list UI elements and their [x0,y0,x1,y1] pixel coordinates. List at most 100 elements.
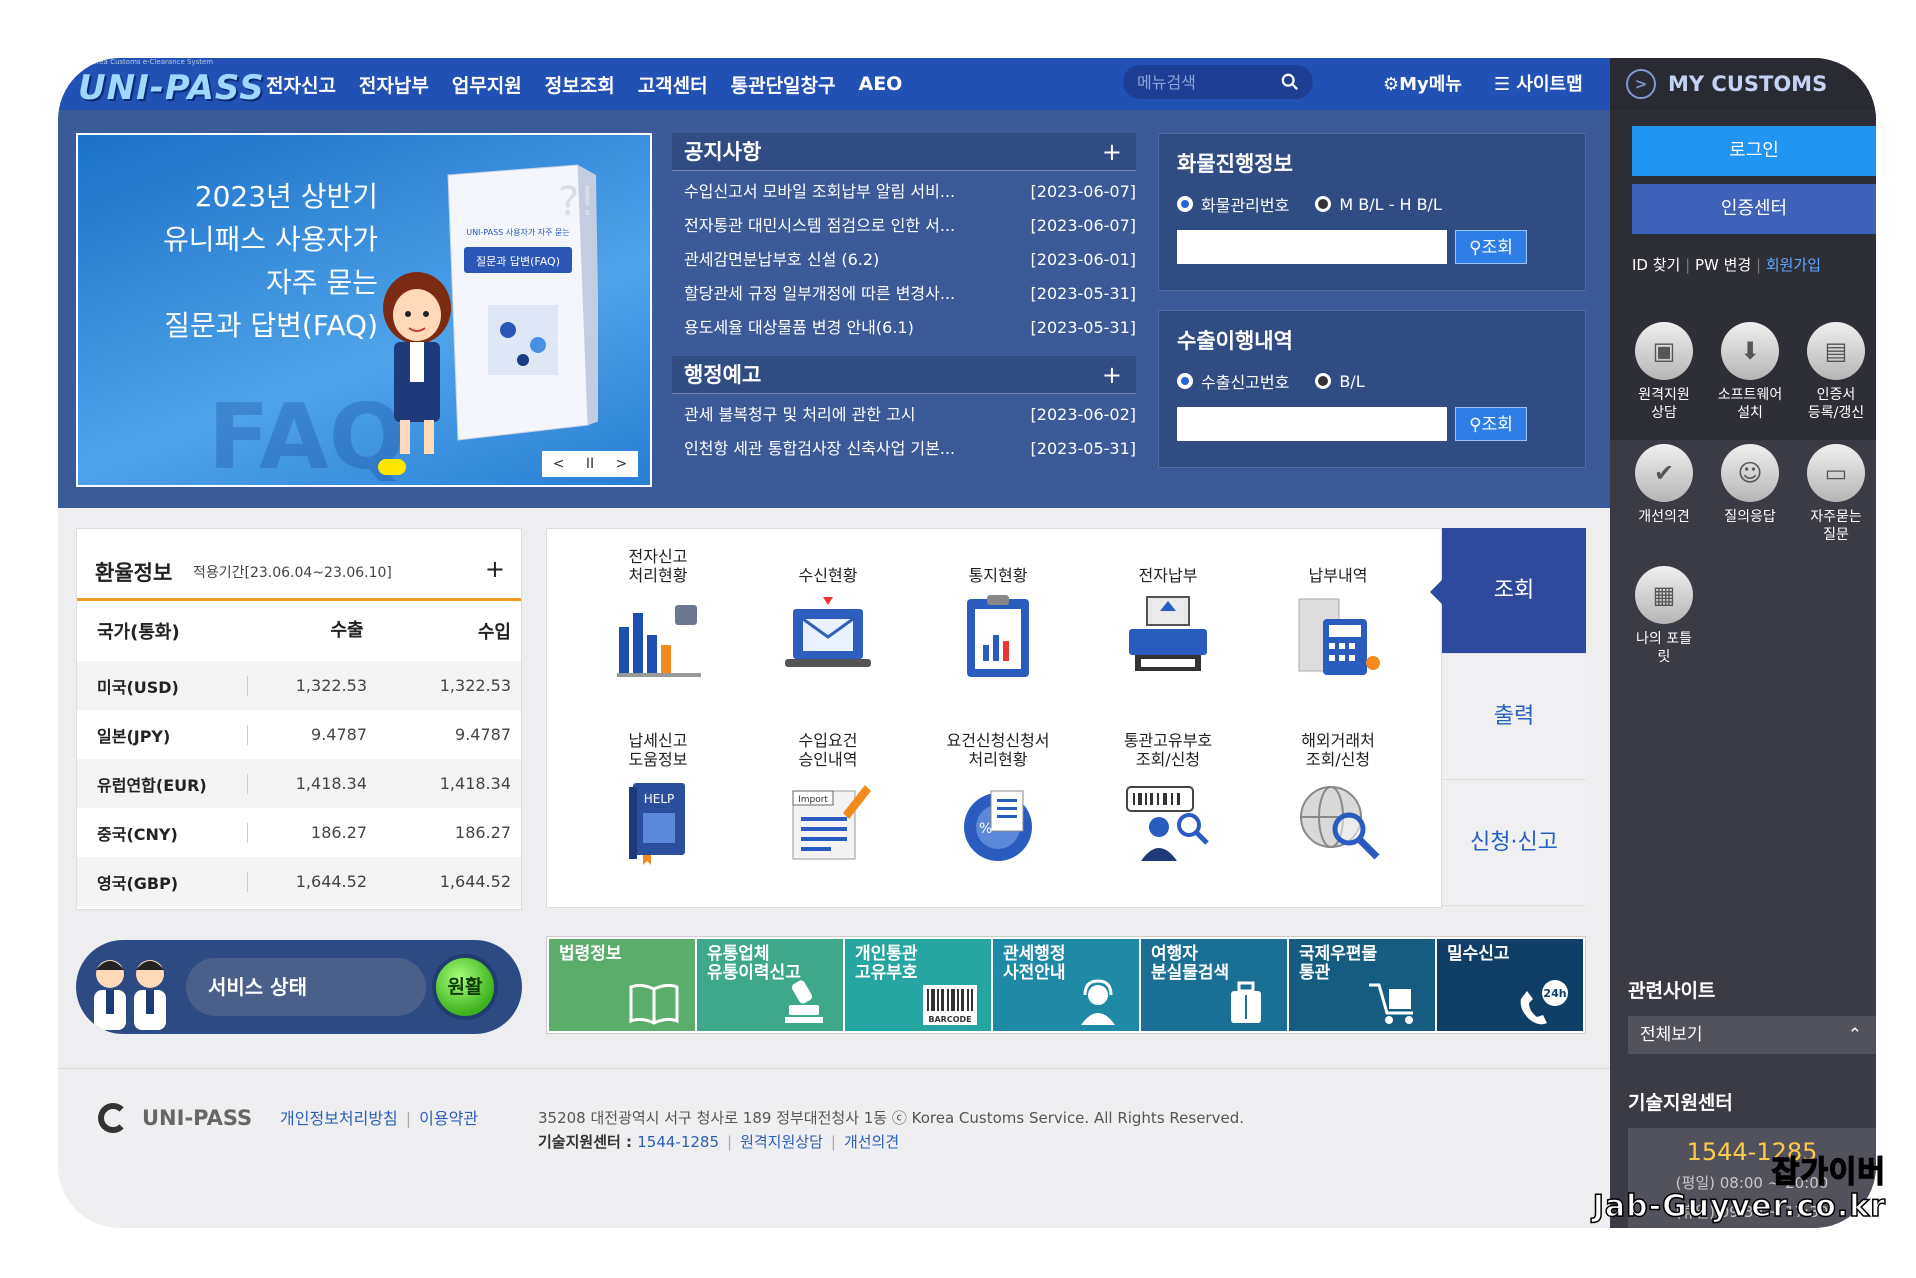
my-menu-button[interactable]: ⚙My메뉴 [1383,70,1462,96]
tile-label: 법령정보 [559,944,622,964]
login-button[interactable]: 로그인 [1632,126,1876,176]
quick-payment-history[interactable]: 납부내역 [1253,541,1423,687]
notice-item[interactable]: 전자통관 대민시스템 점검으로 인한 서... [2023-06-07] [672,209,1136,243]
quick-e-decl-status[interactable]: 전자신고 처리현황 [573,541,743,687]
nav-work-support[interactable]: 업무지원 [452,71,522,98]
notice-title[interactable]: 공지사항 [684,140,761,164]
tile-lost-item-search[interactable]: 여행자 분실물검색 [1141,939,1287,1031]
faq-shortcut[interactable]: ▭ 자주묻는 질문 [1792,444,1876,544]
cargo-radio-mgmt-no-label[interactable]: 화물관리번호 [1201,192,1289,216]
feedback-shortcut[interactable]: ✔ 개선의견 [1620,444,1708,526]
export-search-button[interactable]: ⚲조회 [1455,407,1527,441]
notice-more-button[interactable]: + [1102,133,1122,171]
export-search-input[interactable] [1177,407,1447,441]
nav-aeo[interactable]: AEO [859,73,903,95]
notice-item-date: [2023-06-01] [1030,250,1136,269]
tab-application[interactable]: 신청·신고 [1442,780,1586,906]
related-sites-select[interactable]: 전체보기 ⌃ [1628,1016,1876,1054]
top-navigation-bar: Korea Customs e-Clearance System UNI-PAS… [58,58,1610,110]
tile-personal-customs-code[interactable]: 개인통관 고유부호 BARCODE [845,939,991,1031]
banner-next-button[interactable]: > [616,456,628,472]
exchange-rate-more-button[interactable]: + [485,555,505,583]
footer-tech-phone[interactable]: 1544-1285 [637,1133,719,1151]
notice-item[interactable]: 관세감면분납부호 신설 (6.2) [2023-06-01] [672,243,1136,277]
change-pw-link[interactable]: PW 변경 [1695,256,1751,274]
export-rate: 9.4787 [247,724,387,745]
import-rate: 1,322.53 [439,676,511,695]
admin-notice-more-button[interactable]: + [1102,356,1122,394]
tile-admin-guide[interactable]: 관세행정 사전안내 [993,939,1139,1031]
quick-requirement-status[interactable]: 요건신청신청서 처리현황 % [913,725,1083,871]
quick-customs-code[interactable]: 통관고유부호 조회/신청 [1083,725,1253,871]
nav-customer-center[interactable]: 고객센터 [638,71,708,98]
nav-info-inquiry[interactable]: 정보조회 [545,71,615,98]
admin-notice-title[interactable]: 행정예고 [684,363,761,387]
svg-text:HELP: HELP [644,792,675,806]
software-install-icon: ⬇ [1721,322,1779,380]
cargo-radio-bl[interactable] [1315,196,1332,212]
join-link[interactable]: 회원가입 [1766,256,1821,274]
export-radio-bl[interactable] [1315,373,1332,389]
export-radio-decl-no-label[interactable]: 수출신고번호 [1201,369,1289,393]
faq-banner[interactable]: FAQ 2023년 상반기 유니패스 사용자가 자주 묻는 질문과 답변(FAQ… [76,133,652,487]
sitemap-button[interactable]: ☰ 사이트맵 [1494,70,1583,96]
footer-remote-link[interactable]: 원격지원상담 [740,1133,823,1151]
cargo-radio-mgmt-no[interactable] [1177,196,1193,212]
tab-print[interactable]: 출력 [1442,654,1586,780]
tile-distribution-report[interactable]: 유통업체 유통이력신고 [697,939,843,1031]
uni-pass-logo[interactable]: UNI-PASS [78,68,265,108]
export-radio-bl-label[interactable]: B/L [1339,372,1364,391]
banner-pause-button[interactable]: II [586,456,594,472]
notice-item[interactable]: 용도세율 대상물품 변경 안내(6.1) [2023-05-31] [672,311,1136,345]
export-rate: 186.27 [247,822,387,843]
tile-smuggling-report[interactable]: 밀수신고 24h [1437,939,1583,1031]
remote-support-label: 원격지원 상담 [1638,387,1690,421]
banner-prev-button[interactable]: < [553,456,565,472]
barcode-person-icon [1126,786,1209,861]
privacy-policy-link[interactable]: 개인정보처리방침 [280,1109,398,1128]
export-history-box: 수출이행내역 수출신고번호 B/L ⚲조회 [1158,310,1586,468]
calculator-icon [1298,598,1380,675]
my-customs-header[interactable]: > MY CUSTOMS [1610,58,1876,110]
footer-feedback-link[interactable]: 개선의견 [844,1133,899,1151]
admin-notice-item[interactable]: 관세 불복청구 및 처리에 관한 고시 [2023-06-02] [672,398,1136,432]
stamp-icon [785,980,823,1023]
quick-import-approval[interactable]: 수입요건 승인내역 Import [743,725,913,871]
quick-notice-status[interactable]: 통지현황 [913,541,1083,687]
quick-label: 수입요건 승인내역 [798,731,858,769]
admin-notice-item[interactable]: 인천항 세관 통합검사장 신축사업 기본... [2023-05-31] [672,432,1136,466]
operator-icon [1081,979,1115,1025]
export-radio-decl-no[interactable] [1177,373,1193,389]
notice-item[interactable]: 할당관세 규정 일부개정에 따른 변경사... [2023-05-31] [672,277,1136,311]
search-icon[interactable] [1281,73,1299,91]
service-status-widget[interactable]: 서비스 상태 원활 [76,940,522,1034]
terms-link[interactable]: 이용약관 [419,1109,478,1128]
find-id-link[interactable]: ID 찾기 [1632,256,1680,274]
software-install-shortcut[interactable]: ⬇ 소프트웨어 설치 [1706,322,1794,422]
notice-item[interactable]: 수입신고서 모바일 조회납부 알림 서비... [2023-06-07] [672,175,1136,209]
cargo-radio-bl-label[interactable]: M B/L - H B/L [1339,195,1442,214]
svg-text:UNI-PASS 사용자가 자주 묻는: UNI-PASS 사용자가 자주 묻는 [466,228,570,237]
banner-pagination-dot[interactable] [378,459,406,475]
cargo-search-input[interactable] [1177,230,1447,264]
tab-inquiry[interactable]: 조회 [1430,528,1586,654]
quick-tax-help[interactable]: 납세신고 도움정보 HELP [573,725,743,871]
cargo-search-button[interactable]: ⚲조회 [1455,230,1527,264]
notice-item-date: [2023-06-07] [1030,182,1136,201]
qna-shortcut[interactable]: ☺ 질의응답 [1706,444,1794,526]
service-tiles: 법령정보 유통업체 유통이력신고 개인통관 고유부호 BARCODE 관세행정 … [546,936,1586,1034]
menu-search-input[interactable] [1137,71,1267,93]
quick-received-status[interactable]: 수신현황 [743,541,913,687]
nav-e-declaration[interactable]: 전자신고 [266,71,336,98]
certificate-shortcut[interactable]: ▤ 인증서 등록/갱신 [1792,322,1876,422]
cert-center-button[interactable]: 인증센터 [1632,184,1876,234]
quick-e-payment[interactable]: 전자납부 [1083,541,1253,687]
remote-support-shortcut[interactable]: ▣ 원격지원 상담 [1620,322,1708,422]
nav-single-window[interactable]: 통관단일창구 [731,71,836,98]
tile-law-info[interactable]: 법령정보 [549,939,695,1031]
portlet-shortcut[interactable]: ▦ 나의 포틀 릿 [1620,566,1708,666]
nav-e-payment[interactable]: 전자납부 [359,71,429,98]
tile-intl-mail[interactable]: 국제우편물 통관 [1289,939,1435,1031]
quick-overseas-partner[interactable]: 해외거래처 조회/신청 [1253,725,1423,871]
cargo-search-button-label: 조회 [1481,238,1513,258]
